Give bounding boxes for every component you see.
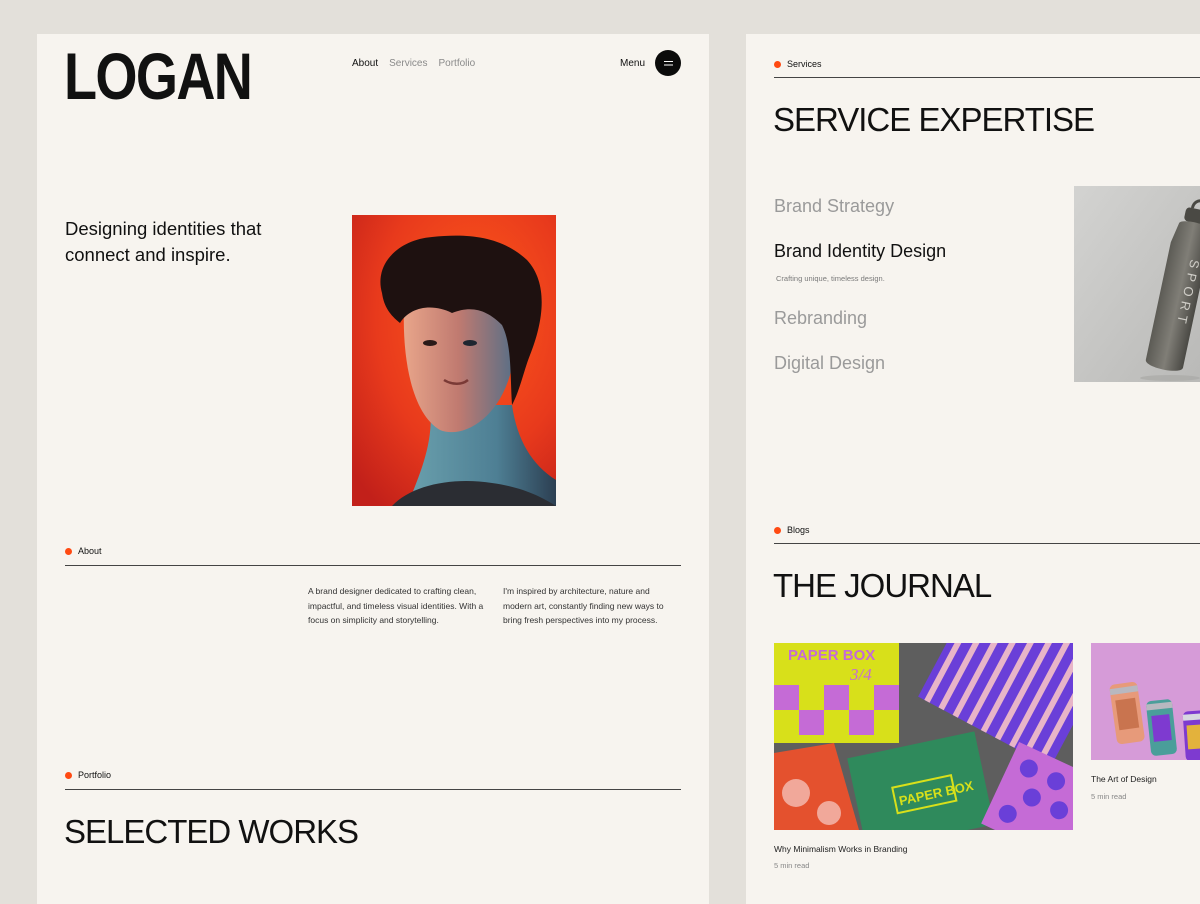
about-divider	[65, 565, 681, 566]
portfolio-label-text: Portfolio	[78, 770, 112, 780]
blogs-divider	[774, 543, 1200, 544]
blogs-section-label: Blogs	[774, 525, 810, 535]
services-label-text: Services	[787, 59, 822, 69]
service-brand-identity[interactable]: Brand Identity Design	[774, 241, 946, 262]
nav-about[interactable]: About	[352, 58, 378, 69]
homepage-panel: LOGAN About Services Portfolio Menu Desi…	[37, 34, 709, 904]
service-brand-strategy[interactable]: Brand Strategy	[774, 196, 894, 217]
top-nav: About Services Portfolio	[352, 58, 475, 69]
blog-read-time: 5 min read	[1091, 792, 1127, 801]
portfolio-title: SELECTED WORKS	[64, 813, 359, 850]
hero-tagline: Designing identities that connect and in…	[65, 218, 262, 265]
accent-dot-icon	[774, 60, 781, 68]
blog-title[interactable]: Why Minimalism Works in Branding	[774, 844, 908, 854]
blog-card-minimalism[interactable]: PAPER BOX 3/4 PAPER BOX Why Minimalism W…	[774, 643, 1073, 883]
blog-title[interactable]: The Art of Design	[1091, 774, 1157, 784]
blog-card-art-of-design[interactable]: The Art of Design 5 min read	[1091, 643, 1200, 883]
nav-portfolio[interactable]: Portfolio	[439, 58, 476, 69]
blog-image-paper-box: PAPER BOX 3/4 PAPER BOX	[774, 643, 1073, 830]
services-section-label: Services	[774, 59, 822, 69]
svg-text:PAPER BOX: PAPER BOX	[788, 647, 875, 664]
about-paragraph-1: A brand designer dedicated to crafting c…	[308, 586, 484, 626]
portrait-image	[352, 215, 556, 506]
blogs-label-text: Blogs	[787, 525, 810, 535]
about-label-text: About	[78, 546, 102, 556]
services-blog-panel: Services SERVICE EXPERTISE Brand Strateg…	[746, 34, 1200, 904]
menu-toggle[interactable]: Menu	[620, 50, 681, 76]
accent-dot-icon	[65, 547, 72, 555]
bottle-image: SPORT	[1074, 186, 1200, 382]
nav-services[interactable]: Services	[389, 58, 427, 69]
logo[interactable]: LOGAN	[64, 41, 253, 111]
blogs-title: THE JOURNAL	[773, 567, 992, 604]
about-section-label: About	[65, 546, 102, 556]
service-rebranding[interactable]: Rebranding	[774, 308, 867, 329]
accent-dot-icon	[774, 526, 781, 534]
service-description: Crafting unique, timeless design.	[776, 274, 885, 283]
blog-image-cans	[1091, 643, 1200, 760]
services-divider	[774, 77, 1200, 78]
menu-button[interactable]	[655, 50, 681, 76]
blog-read-time: 5 min read	[774, 861, 810, 870]
services-title: SERVICE EXPERTISE	[773, 101, 1095, 138]
menu-label: Menu	[619, 57, 645, 69]
service-digital-design[interactable]: Digital Design	[774, 353, 885, 374]
portfolio-divider	[65, 789, 681, 790]
hamburger-icon	[663, 60, 673, 63]
accent-dot-icon	[65, 771, 72, 779]
portfolio-section-label: Portfolio	[65, 770, 111, 780]
svg-text:3/4: 3/4	[849, 665, 872, 684]
about-paragraph-2: I'm inspired by architecture, nature and…	[503, 586, 664, 626]
